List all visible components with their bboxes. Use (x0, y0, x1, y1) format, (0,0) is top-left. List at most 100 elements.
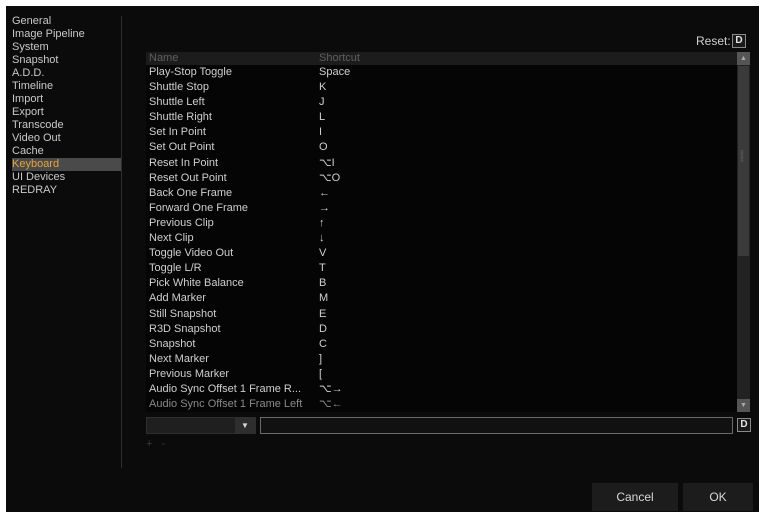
table-row[interactable]: Shuttle Left J (146, 95, 750, 110)
sidebar-item-redray[interactable]: REDRAY (12, 184, 122, 197)
row-name: Toggle L/R (149, 262, 202, 275)
sidebar-item-transcode[interactable]: Transcode (12, 119, 122, 132)
sidebar-item-cache[interactable]: Cache (12, 145, 122, 158)
ok-button[interactable]: OK (683, 483, 753, 511)
scrollbar-thumb[interactable]: ≡ ≡ ≡ (738, 66, 749, 256)
table-row[interactable]: Snapshot C (146, 337, 750, 352)
table-row[interactable]: Next Clip ↓ (146, 231, 750, 246)
row-name: Next Marker (149, 352, 209, 365)
remove-shortcut-button[interactable]: - (162, 438, 166, 450)
row-name: Reset In Point (149, 156, 219, 169)
reset-label: Reset: (696, 34, 731, 48)
row-name: Play-Stop Toggle (149, 66, 232, 78)
table-row[interactable]: Toggle Video Out V (146, 246, 750, 261)
row-shortcut: C (319, 337, 327, 350)
default-shortcut-button[interactable]: D (737, 418, 751, 432)
preferences-sidebar: General Image Pipeline System Snapshot A… (12, 15, 122, 197)
sidebar-item-ui-devices[interactable]: UI Devices (12, 171, 122, 184)
row-name: Shuttle Right (149, 111, 212, 124)
table-row[interactable]: Pick White Balance B (146, 276, 750, 291)
scroll-up-icon[interactable]: ▲ (737, 52, 750, 65)
row-shortcut: ] (319, 352, 323, 365)
row-shortcut: ⌥I (319, 156, 335, 169)
row-shortcut: J (319, 96, 325, 109)
row-name: Back One Frame (149, 186, 233, 199)
sidebar-item-export[interactable]: Export (12, 106, 122, 119)
column-header-shortcut[interactable]: Shortcut (319, 52, 360, 65)
table-row[interactable]: Still Snapshot E (146, 307, 750, 322)
row-name: Shuttle Left (149, 96, 205, 109)
preferences-window: General Image Pipeline System Snapshot A… (6, 6, 759, 512)
row-shortcut: O (319, 141, 328, 154)
shortcuts-table: Name Shortcut Play-Stop Toggle Space Shut… (146, 52, 750, 412)
table-row[interactable]: R3D Snapshot D (146, 322, 750, 337)
row-shortcut: B (319, 277, 327, 290)
row-name: Shuttle Stop (149, 81, 209, 94)
table-row[interactable]: Back One Frame ← (146, 186, 750, 201)
table-row[interactable]: Audio Sync Offset 1 Frame R... ⌥→ (146, 382, 750, 397)
table-row[interactable]: Set In Point I (146, 125, 750, 140)
row-name: Audio Sync Offset 1 Frame R... (149, 382, 302, 395)
table-row[interactable]: Reset Out Point ⌥O (146, 171, 750, 186)
table-row[interactable]: Shuttle Stop K (146, 80, 750, 95)
row-shortcut: [ (319, 367, 323, 380)
row-name: Toggle Video Out (149, 247, 234, 260)
reset-defaults-button[interactable]: D (732, 34, 746, 48)
row-name: Add Marker (149, 292, 206, 305)
row-shortcut: ↓ (319, 232, 325, 245)
row-shortcut: V (319, 247, 327, 260)
row-name: Reset Out Point (149, 171, 227, 184)
sidebar-item-system[interactable]: System (12, 41, 122, 54)
sidebar-item-add[interactable]: A.D.D. (12, 67, 122, 80)
add-shortcut-button[interactable]: + (146, 438, 152, 450)
row-shortcut: ↑ (319, 216, 325, 229)
row-name: Previous Clip (149, 216, 214, 229)
table-row[interactable]: Add Marker M (146, 291, 750, 306)
sidebar-item-import[interactable]: Import (12, 93, 122, 106)
shortcut-key-field[interactable] (260, 417, 733, 434)
shortcut-modifier-select[interactable]: ▼ (146, 417, 256, 434)
row-name: Next Clip (149, 232, 194, 245)
row-shortcut: I (319, 126, 323, 139)
table-row[interactable]: Set Out Point O (146, 140, 750, 155)
table-row[interactable]: Previous Marker [ (146, 367, 750, 382)
table-row[interactable]: Previous Clip ↑ (146, 216, 750, 231)
row-name: Set Out Point (149, 141, 215, 154)
row-name: Previous Marker (149, 367, 230, 380)
sidebar-item-image-pipeline[interactable]: Image Pipeline (12, 28, 122, 41)
row-shortcut: ← (319, 186, 330, 199)
sidebar-item-general[interactable]: General (12, 15, 122, 28)
row-shortcut: ⌥O (319, 171, 341, 184)
chevron-down-icon: ▼ (235, 418, 255, 433)
table-rows: Play-Stop Toggle Space Shuttle Stop K Shut… (146, 65, 750, 412)
table-row[interactable]: Reset In Point ⌥I (146, 156, 750, 171)
row-name: Snapshot (149, 337, 196, 350)
row-name: Audio Sync Offset 1 Frame Left (149, 398, 303, 411)
sidebar-item-timeline[interactable]: Timeline (12, 80, 122, 93)
table-row[interactable]: Next Marker] (146, 352, 750, 367)
table-scrollbar[interactable]: ▲ ≡ ≡ ≡ ▼ (737, 52, 750, 412)
table-row[interactable]: Play-Stop Toggle Space (146, 65, 750, 80)
row-name: Pick White Balance (149, 277, 244, 290)
row-shortcut: Space (319, 66, 351, 78)
column-header-name[interactable]: Name (149, 52, 178, 65)
row-name: Still Snapshot (149, 307, 217, 320)
grip-icon: ≡ ≡ ≡ (740, 150, 744, 164)
row-shortcut: → (319, 201, 330, 214)
scroll-down-icon[interactable]: ▼ (737, 399, 750, 412)
row-name: Set In Point (149, 126, 206, 139)
table-row[interactable]: Toggle L/R T (146, 261, 750, 276)
row-shortcut: D (319, 322, 327, 335)
table-row[interactable]: Shuttle Right L (146, 110, 750, 125)
sidebar-item-video-out[interactable]: Video Out (12, 132, 122, 145)
row-name: Forward One Frame (149, 201, 249, 214)
row-shortcut: T (319, 262, 326, 275)
table-row[interactable]: Audio Sync Offset 1 Frame Left ⌥← (146, 397, 750, 412)
cancel-button[interactable]: Cancel (592, 483, 678, 511)
sidebar-item-snapshot[interactable]: Snapshot (12, 54, 122, 67)
table-row[interactable]: Forward One Frame → (146, 201, 750, 216)
row-shortcut: E (319, 307, 327, 320)
row-shortcut: ⌥← (319, 398, 343, 411)
sidebar-item-keyboard[interactable]: Keyboard (12, 158, 122, 171)
row-shortcut: M (319, 292, 329, 305)
